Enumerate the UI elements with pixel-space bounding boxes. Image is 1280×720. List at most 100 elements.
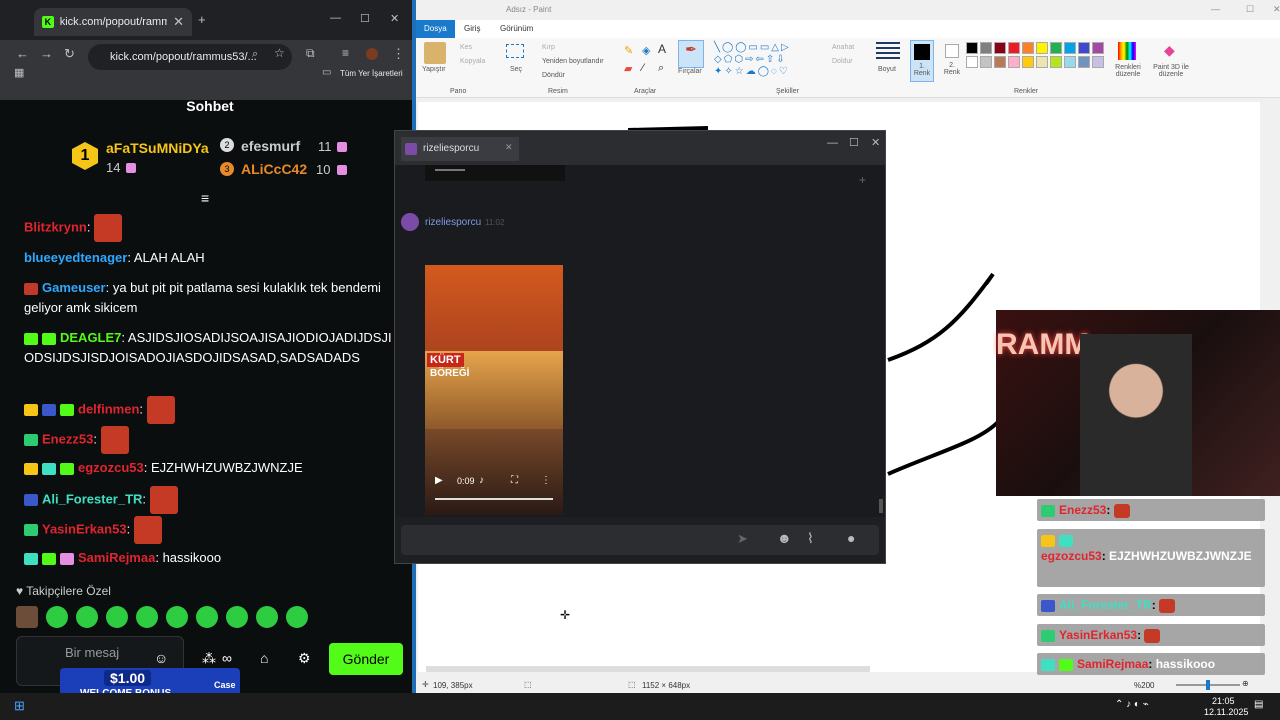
- bookmark-star-icon[interactable]: ☆: [274, 46, 285, 60]
- emote-icon[interactable]: [16, 606, 38, 628]
- leaderboard-user-1[interactable]: aFaTSuMNiDYa: [106, 140, 209, 156]
- send-button[interactable]: Gönder: [329, 643, 403, 675]
- chat-username[interactable]: blueeyedtenager: [24, 250, 127, 265]
- paint-minimize-icon[interactable]: —: [1211, 4, 1220, 14]
- emoji-icon[interactable]: ☻: [777, 530, 792, 546]
- apps-grid-icon[interactable]: ▦: [14, 66, 24, 79]
- maximize-icon[interactable]: ☐: [360, 12, 370, 25]
- close-tab-icon[interactable]: ✕: [505, 142, 513, 153]
- tray-icons[interactable]: ⌃ ♪ ◐ ⌁: [1115, 699, 1149, 710]
- color-1-selector[interactable]: 1. Renk: [910, 40, 934, 82]
- tab-home[interactable]: Giriş: [456, 20, 488, 38]
- video-options-icon[interactable]: ⋮: [541, 475, 551, 486]
- collapse-leaderboard-icon[interactable]: ≡: [201, 190, 209, 206]
- emote-icon[interactable]: [226, 606, 248, 628]
- discord-minimize-icon[interactable]: —: [827, 137, 838, 149]
- chat-username[interactable]: YasinErkan53: [42, 521, 127, 536]
- forward-icon[interactable]: →: [40, 46, 53, 61]
- chat-username[interactable]: SamiRejmaa: [78, 550, 155, 565]
- message-username[interactable]: rizeliesporcu: [425, 217, 481, 228]
- pencil-icon[interactable]: ✎: [624, 44, 633, 57]
- palette-swatch[interactable]: [1050, 42, 1062, 54]
- palette-swatch[interactable]: [1064, 42, 1076, 54]
- palette-swatch[interactable]: [994, 56, 1006, 68]
- palette-swatch[interactable]: [966, 56, 978, 68]
- palette-swatch[interactable]: [1008, 42, 1020, 54]
- media-icon[interactable]: ≡: [342, 46, 349, 60]
- text-tool-icon[interactable]: A: [658, 42, 666, 56]
- fullscreen-icon[interactable]: ⛶: [511, 475, 518, 486]
- store-icon[interactable]: ⌂: [260, 650, 268, 666]
- eraser-icon[interactable]: ▰: [624, 62, 632, 75]
- video-progress-bar[interactable]: [435, 498, 553, 500]
- windows-start-icon[interactable]: ⊞: [14, 698, 25, 714]
- emoji-picker-icon[interactable]: ☺: [154, 650, 168, 666]
- leaderboard-user-2[interactable]: efesmurf: [241, 138, 300, 154]
- users-icon[interactable]: ⁂: [202, 650, 216, 667]
- chat-username[interactable]: Blitzkrynn: [24, 219, 87, 234]
- palette-swatch[interactable]: [1008, 56, 1020, 68]
- close-tab-icon[interactable]: ✕: [173, 14, 184, 30]
- cut-label[interactable]: Kes: [460, 44, 472, 51]
- new-tab-icon[interactable]: +: [198, 12, 206, 27]
- zoom-in-icon[interactable]: ⊕: [1242, 679, 1249, 688]
- paste-label[interactable]: Yapıştır: [422, 66, 446, 73]
- user-avatar[interactable]: [401, 213, 419, 231]
- notification-icon[interactable]: ▤: [1254, 699, 1263, 710]
- menu-kebab-icon[interactable]: ⋮: [392, 46, 405, 62]
- extensions-icon[interactable]: ⧉: [306, 46, 315, 61]
- chat-username[interactable]: egzozcu53: [78, 460, 144, 475]
- sticker-icon[interactable]: ●: [847, 530, 855, 546]
- palette-swatch[interactable]: [1092, 42, 1104, 54]
- discord-close-icon[interactable]: ✕: [871, 136, 880, 149]
- emote-icon[interactable]: [196, 606, 218, 628]
- chat-username[interactable]: DEAGLE7: [60, 330, 121, 345]
- add-reaction-icon[interactable]: +: [859, 173, 866, 187]
- emote-icon[interactable]: [106, 606, 128, 628]
- horizontal-scrollbar[interactable]: [426, 666, 870, 672]
- all-bookmarks-link[interactable]: Tüm Yer İşaretleri: [340, 69, 403, 78]
- reload-icon[interactable]: ↻: [64, 46, 75, 62]
- edit-colors-label[interactable]: Renkleri düzenle: [1112, 64, 1144, 78]
- play-icon[interactable]: ▶: [435, 475, 443, 486]
- palette-swatch[interactable]: [1078, 42, 1090, 54]
- leaderboard-user-3[interactable]: ALiCcC42: [241, 161, 307, 177]
- tab-view[interactable]: Görünüm: [492, 20, 541, 38]
- close-window-icon[interactable]: ✕: [390, 12, 399, 25]
- minimize-icon[interactable]: —: [330, 12, 341, 24]
- fill-label[interactable]: Doldur: [832, 58, 853, 65]
- resize-label[interactable]: Yeniden boyutlandır: [542, 58, 604, 65]
- edit-colors-icon[interactable]: [1118, 42, 1136, 60]
- outline-label[interactable]: Anahat: [832, 44, 854, 51]
- size-label[interactable]: Boyut: [878, 66, 896, 73]
- tab-file[interactable]: Dosya: [416, 20, 455, 38]
- brushes-icon[interactable]: ✒: [678, 40, 704, 68]
- chat-username[interactable]: delfinmen: [78, 401, 139, 416]
- emote-icon[interactable]: [256, 606, 278, 628]
- paint-close-icon[interactable]: ✕: [1273, 4, 1280, 15]
- emote-icon[interactable]: [46, 606, 68, 628]
- palette-swatch[interactable]: [994, 42, 1006, 54]
- paint3d-label[interactable]: Paint 3D ile düzenle: [1150, 64, 1192, 78]
- brushes-label[interactable]: Fırçalar: [678, 68, 702, 75]
- emote-icon[interactable]: [166, 606, 188, 628]
- video-attachment[interactable]: KÜRT BÖREĞİ ▶ 0:09 ♪ ⛶ ⋮: [425, 265, 563, 515]
- palette-swatch[interactable]: [966, 42, 978, 54]
- browser-tab[interactable]: K kick.com/popout/rammus53/c ✕: [34, 8, 192, 36]
- zoom-slider-thumb[interactable]: [1206, 680, 1210, 690]
- paint-maximize-icon[interactable]: ☐: [1246, 4, 1254, 15]
- chat-username[interactable]: Gameuser: [42, 280, 106, 295]
- palette-swatch[interactable]: [1078, 56, 1090, 68]
- copy-label[interactable]: Kopyala: [460, 58, 485, 65]
- palette-swatch[interactable]: [1064, 56, 1076, 68]
- chat-username[interactable]: Ali_Forester_TR: [42, 491, 142, 506]
- zoom-icon[interactable]: ⌕: [252, 48, 258, 61]
- color-picker-icon[interactable]: ⁄: [642, 62, 644, 74]
- send-arrow-icon[interactable]: ➤: [737, 531, 748, 547]
- color-2-selector[interactable]: 2. Renk: [940, 40, 964, 82]
- emote-icon[interactable]: [76, 606, 98, 628]
- select-icon[interactable]: [506, 44, 524, 58]
- magnifier-icon[interactable]: ⌕: [658, 62, 664, 75]
- profile-avatar[interactable]: [366, 48, 378, 60]
- discord-message-input[interactable]: ➤ ☻ ⌇ ●: [401, 525, 879, 555]
